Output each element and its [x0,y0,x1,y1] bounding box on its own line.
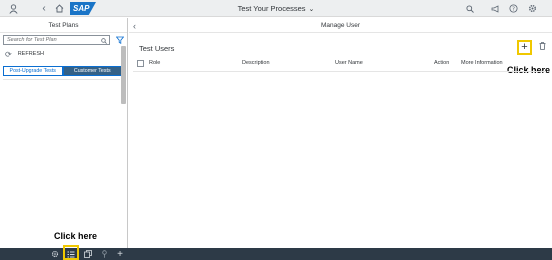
svg-text:?: ? [512,6,515,12]
column-action[interactable]: Action [434,60,449,66]
click-here-callout-left: Click here [54,231,98,241]
test-plans-panel: Test Plans Search for Test Plan ⟳ REFRES… [0,18,128,248]
sap-logo[interactable]: SAP [70,2,96,15]
click-here-callout-right: Click here [507,65,551,75]
search-magnifier-icon[interactable] [101,36,107,46]
column-role[interactable]: Role [149,60,160,66]
shell-bar: ‹ SAP Test Your Processes ⌄ ? [0,0,552,17]
segment-post-upgrade-tests[interactable]: Post-Upgrade Tests [3,66,63,76]
test-plans-title: Test Plans [0,18,127,33]
column-user-name[interactable]: User Name [335,60,363,66]
manage-user-panel: ‹ Manage User Test Users + Click here Ro… [129,18,552,248]
megaphone-icon[interactable] [489,0,501,17]
refresh-label: REFRESH [17,51,44,57]
search-placeholder: Search for Test Plan [7,37,57,43]
manage-user-title: Manage User [320,21,361,29]
test-users-table-header: Role Description User Name Action More I… [135,59,507,70]
table-divider [133,71,546,72]
user-icon[interactable] [6,0,20,17]
home-icon[interactable] [53,0,66,17]
refresh-icon: ⟳ [5,49,12,59]
left-scrollbar[interactable] [121,46,126,104]
pin-icon[interactable] [99,248,109,260]
filter-icon[interactable] [115,35,125,45]
search-row: Search for Test Plan [3,35,125,45]
list-icon[interactable] [66,248,76,260]
column-more-information[interactable]: More Information [461,60,503,66]
settings-icon[interactable] [526,0,538,17]
settings-gear-icon[interactable] [50,248,60,260]
delete-icon[interactable] [539,42,546,52]
title-chevron-icon[interactable]: ⌄ [309,5,315,13]
footer-toolbar: + [0,245,552,260]
search-icon[interactable] [464,0,476,17]
divider [3,79,120,80]
select-all-checkbox[interactable] [137,60,144,67]
back-icon[interactable]: ‹ [38,0,50,17]
app-title[interactable]: Test Your Processes [238,4,306,13]
segment-customer-tests[interactable]: Customer Tests [62,66,122,76]
add-user-button[interactable]: + [517,40,532,55]
help-icon[interactable]: ? [507,0,519,17]
test-plan-search-input[interactable]: Search for Test Plan [3,35,110,45]
nav-back-icon[interactable]: ‹ [133,18,136,33]
column-description[interactable]: Description [242,60,270,66]
test-type-segmented-button: Post-Upgrade Tests Customer Tests [3,66,122,76]
copy-icon[interactable] [83,248,93,260]
add-icon: + [521,41,528,53]
manage-user-header: ‹ Manage User [129,18,552,33]
test-users-title: Test Users [139,44,175,53]
add-icon[interactable]: + [115,248,125,260]
refresh-button[interactable]: ⟳ REFRESH [5,49,44,59]
